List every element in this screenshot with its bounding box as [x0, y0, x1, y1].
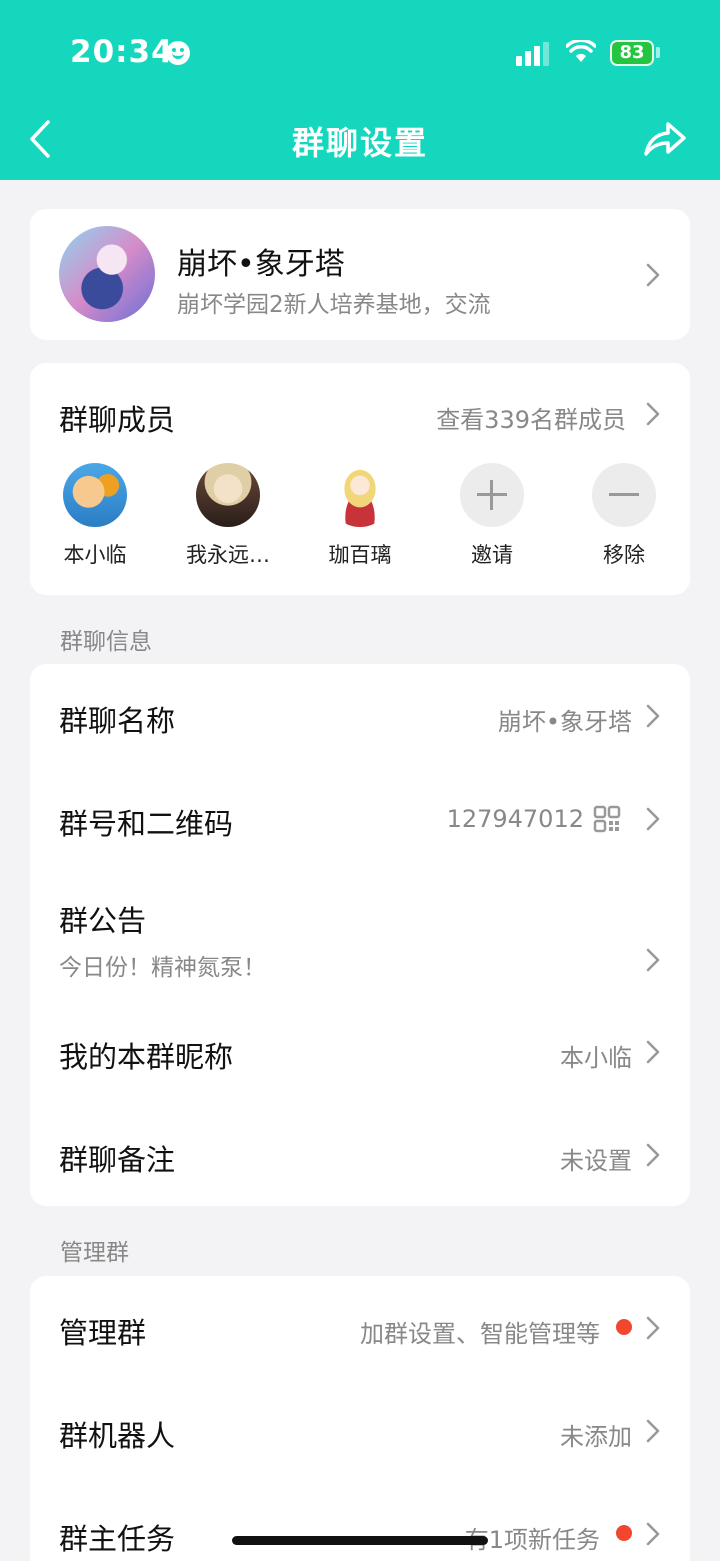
- smiley-icon: [166, 41, 190, 65]
- section-label-info: 群聊信息: [60, 629, 152, 655]
- chevron-right-icon: [646, 948, 660, 972]
- member-name: 本小临: [63, 543, 127, 567]
- section-label-manage: 管理群: [60, 1240, 129, 1266]
- group-name-row[interactable]: 群聊名称 崩坏•象牙塔: [30, 664, 690, 767]
- battery-tip: [656, 47, 660, 58]
- chevron-right-icon: [646, 1316, 660, 1340]
- row-label: 管理群: [59, 1316, 147, 1350]
- remove-button[interactable]: 移除: [569, 463, 679, 569]
- battery-indicator: 83: [610, 40, 654, 66]
- row-value: 未设置: [560, 1147, 632, 1175]
- row-label: 群机器人: [59, 1419, 176, 1453]
- owner-task-row[interactable]: 群主任务 有1项新任务: [30, 1482, 690, 1561]
- group-description: 崩坏学园2新人培养基地，交流: [177, 292, 491, 318]
- remove-label: 移除: [603, 543, 645, 567]
- announcement-row[interactable]: 群公告 今日份！精神氮泵！: [30, 870, 690, 1000]
- page-title: 群聊设置: [291, 124, 428, 162]
- home-indicator: [232, 1536, 488, 1545]
- red-dot-badge: [616, 1319, 632, 1335]
- row-label: 群号和二维码: [59, 807, 234, 841]
- row-label: 我的本群昵称: [59, 1040, 234, 1074]
- announcement-text: 今日份！精神氮泵！: [59, 955, 266, 981]
- member-avatar: [328, 463, 392, 527]
- view-members-link[interactable]: 查看339名群成员: [436, 400, 626, 435]
- chevron-right-icon: [646, 1040, 660, 1064]
- status-time: 20:34: [70, 34, 174, 70]
- manage-group-row[interactable]: 管理群 加群设置、智能管理等: [30, 1276, 690, 1379]
- row-label: 群主任务: [59, 1522, 176, 1556]
- share-icon: [644, 122, 686, 156]
- cellular-signal-icon: [516, 42, 552, 66]
- members-title: 群聊成员: [59, 403, 176, 437]
- info-card: 群聊名称 崩坏•象牙塔 群号和二维码 127947012 群公告 今日份！精神氮…: [30, 664, 690, 1206]
- member-item[interactable]: 珈百璃: [305, 463, 415, 569]
- group-id-value: 127947012: [446, 805, 584, 833]
- group-profile-card[interactable]: 崩坏•象牙塔 崩坏学园2新人培养基地，交流: [30, 209, 690, 340]
- group-name: 崩坏•象牙塔: [177, 247, 345, 282]
- my-nickname-row[interactable]: 我的本群昵称 本小临: [30, 1000, 690, 1103]
- qr-code-icon: [593, 805, 621, 833]
- chevron-right-icon: [646, 263, 660, 287]
- row-value: 未添加: [560, 1423, 632, 1451]
- member-name: 我永远…: [186, 543, 270, 567]
- chevron-right-icon: [646, 1522, 660, 1546]
- row-label: 群聊备注: [59, 1143, 176, 1177]
- plus-icon: [460, 463, 524, 527]
- member-avatar: [63, 463, 127, 527]
- chevron-right-icon: [646, 1419, 660, 1443]
- group-robot-row[interactable]: 群机器人 未添加: [30, 1379, 690, 1482]
- chevron-right-icon: [646, 807, 660, 831]
- chevron-right-icon: [646, 402, 660, 426]
- row-value: 加群设置、智能管理等: [360, 1320, 600, 1348]
- invite-label: 邀请: [471, 543, 513, 567]
- manage-card: 管理群 加群设置、智能管理等 群机器人 未添加 群主任务 有1项新任务: [30, 1276, 690, 1561]
- member-item[interactable]: 我永远…: [173, 463, 283, 569]
- invite-button[interactable]: 邀请: [437, 463, 547, 569]
- group-remark-row[interactable]: 群聊备注 未设置: [30, 1103, 690, 1206]
- members-card: 群聊成员 查看339名群成员 本小临 我永远… 珈百璃 邀请 移除: [30, 363, 690, 595]
- chevron-right-icon: [646, 704, 660, 728]
- row-value: 崩坏•象牙塔: [497, 708, 632, 736]
- status-bar: 20:34 83: [0, 0, 720, 100]
- wifi-icon: [566, 40, 596, 62]
- member-item[interactable]: 本小临: [40, 463, 150, 569]
- top-bar: 20:34 83 群聊设置: [0, 0, 720, 180]
- group-avatar: [59, 226, 155, 322]
- member-avatar: [196, 463, 260, 527]
- row-label: 群聊名称: [59, 704, 176, 738]
- row-label: 群公告: [59, 904, 147, 938]
- red-dot-badge: [616, 1525, 632, 1541]
- group-id-row[interactable]: 群号和二维码 127947012: [30, 767, 690, 870]
- row-value: 本小临: [560, 1044, 632, 1072]
- minus-icon: [592, 463, 656, 527]
- share-button[interactable]: [640, 116, 690, 162]
- chevron-right-icon: [646, 1143, 660, 1167]
- member-name: 珈百璃: [328, 543, 392, 567]
